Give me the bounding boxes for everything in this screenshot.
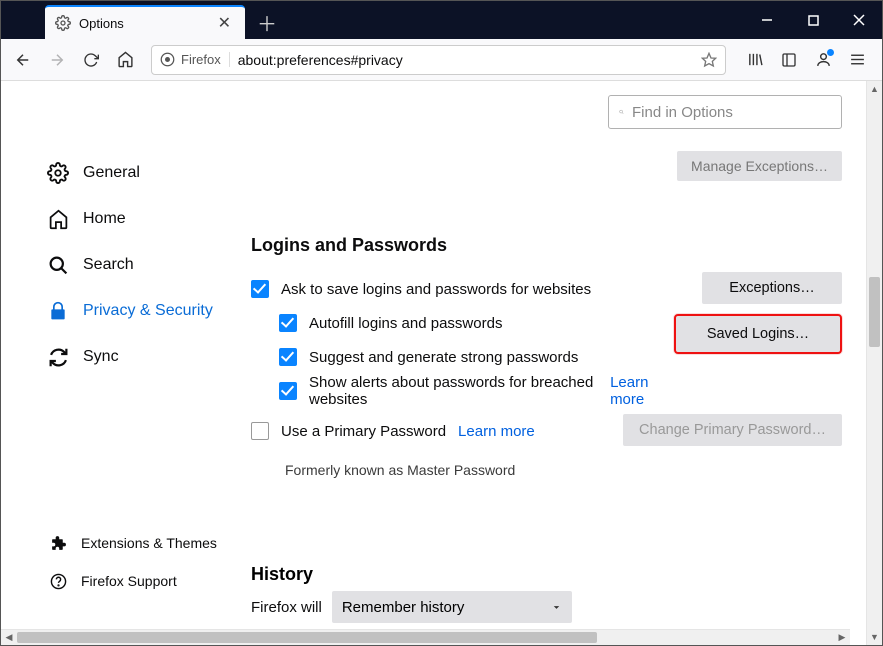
learn-more-link[interactable]: Learn more	[458, 423, 535, 440]
search-icon	[47, 254, 69, 276]
label-alerts: Show alerts about passwords for breached…	[309, 374, 598, 408]
url-bar[interactable]: Firefox about:preferences#privacy	[151, 45, 726, 75]
horizontal-scrollbar[interactable]: ◀ ▶	[1, 629, 850, 645]
chevron-down-icon	[551, 602, 562, 613]
forward-button[interactable]	[41, 44, 73, 76]
titlebar: Options ✕ ＋	[1, 1, 882, 39]
gear-icon	[55, 15, 71, 31]
history-mode-select[interactable]: Remember history	[332, 591, 572, 623]
label-ask-save: Ask to save logins and passwords for web…	[281, 281, 591, 298]
search-icon	[619, 105, 624, 119]
sidebar-item-sync[interactable]: Sync	[31, 335, 231, 379]
label-primary-password: Use a Primary Password	[281, 423, 446, 440]
preferences-sidebar: General Home Search Privacy & Secur	[1, 81, 231, 629]
sidebar-item-label: Privacy & Security	[83, 302, 213, 320]
button-label: Manage Exceptions…	[691, 158, 828, 174]
learn-more-link[interactable]: Learn more	[610, 374, 674, 408]
sidebar-toggle-icon[interactable]	[774, 45, 804, 75]
logins-section: Logins and Passwords Ask to save logins …	[251, 235, 842, 478]
sidebar-item-label: General	[83, 164, 140, 182]
help-icon	[47, 570, 69, 592]
bookmark-star-icon[interactable]	[701, 52, 717, 68]
identity-label: Firefox	[181, 52, 221, 67]
close-tab-icon[interactable]: ✕	[214, 13, 235, 33]
scroll-track[interactable]	[867, 97, 882, 629]
change-primary-password-button[interactable]: Change Primary Password…	[623, 414, 842, 446]
sidebar-item-label: Sync	[83, 348, 119, 366]
checkbox-suggest[interactable]	[279, 348, 297, 366]
exceptions-button[interactable]: Exceptions…	[702, 272, 842, 304]
button-label: Saved Logins…	[707, 326, 809, 342]
vertical-scrollbar[interactable]: ▲ ▼	[866, 81, 882, 645]
maximize-button[interactable]	[790, 1, 836, 39]
label-autofill: Autofill logins and passwords	[309, 315, 502, 332]
sidebar-item-search[interactable]: Search	[31, 243, 231, 287]
home-icon	[47, 208, 69, 230]
firefox-icon	[160, 52, 175, 67]
page-body: General Home Search Privacy & Secur	[1, 81, 866, 629]
sidebar-item-label: Search	[83, 256, 134, 274]
sidebar-item-support[interactable]: Firefox Support	[31, 563, 231, 599]
sidebar-item-general[interactable]: General	[31, 151, 231, 195]
find-input[interactable]	[632, 104, 831, 121]
saved-logins-button[interactable]: Saved Logins…	[674, 314, 842, 354]
back-button[interactable]	[7, 44, 39, 76]
sidebar-item-extensions[interactable]: Extensions & Themes	[31, 525, 231, 561]
tab-title: Options	[79, 16, 214, 31]
scroll-thumb[interactable]	[17, 632, 597, 643]
lock-icon	[47, 300, 69, 322]
sidebar-item-label: Home	[83, 210, 126, 228]
close-window-button[interactable]	[836, 1, 882, 39]
history-section: History Firefox will Remember history Fi…	[251, 564, 842, 629]
scroll-track[interactable]	[17, 630, 834, 645]
select-value: Remember history	[342, 599, 465, 616]
manage-exceptions-button[interactable]: Manage Exceptions…	[677, 151, 842, 181]
scroll-right-arrow[interactable]: ▶	[834, 630, 850, 645]
scroll-down-arrow[interactable]: ▼	[867, 629, 882, 645]
reload-button[interactable]	[75, 44, 107, 76]
button-label: Change Primary Password…	[639, 422, 826, 438]
new-tab-button[interactable]: ＋	[245, 5, 289, 39]
window: Options ✕ ＋ Firefox about:preferences#pr…	[0, 0, 883, 646]
content-area: General Home Search Privacy & Secur	[1, 81, 882, 645]
sidebar-item-label: Firefox Support	[81, 573, 177, 589]
checkbox-autofill[interactable]	[279, 314, 297, 332]
main-panel: Manage Exceptions… Logins and Passwords …	[231, 81, 866, 629]
gear-icon	[47, 162, 69, 184]
menu-icon[interactable]	[842, 45, 872, 75]
button-label: Exceptions…	[729, 280, 814, 296]
navbar: Firefox about:preferences#privacy	[1, 39, 882, 81]
site-identity[interactable]: Firefox	[160, 52, 230, 67]
window-controls	[744, 1, 882, 39]
notification-dot	[827, 49, 834, 56]
checkbox-primary-password[interactable]	[251, 422, 269, 440]
scroll-left-arrow[interactable]: ◀	[1, 630, 17, 645]
checkbox-alerts[interactable]	[279, 382, 297, 400]
section-heading: Logins and Passwords	[251, 235, 842, 256]
scroll-up-arrow[interactable]: ▲	[867, 81, 882, 97]
url-text: about:preferences#privacy	[238, 52, 693, 68]
home-button[interactable]	[109, 44, 141, 76]
scroll-thumb[interactable]	[869, 277, 880, 347]
checkbox-ask-save[interactable]	[251, 280, 269, 298]
sidebar-item-home[interactable]: Home	[31, 197, 231, 241]
sync-icon	[47, 346, 69, 368]
puzzle-icon	[47, 532, 69, 554]
browser-tab[interactable]: Options ✕	[45, 5, 245, 39]
account-icon[interactable]	[808, 45, 838, 75]
section-heading: History	[251, 564, 842, 585]
sidebar-item-privacy[interactable]: Privacy & Security	[31, 289, 231, 333]
find-in-options[interactable]	[608, 95, 842, 129]
minimize-button[interactable]	[744, 1, 790, 39]
label-suggest: Suggest and generate strong passwords	[309, 349, 578, 366]
page: General Home Search Privacy & Secur	[1, 81, 866, 645]
library-icon[interactable]	[740, 45, 770, 75]
primary-password-note: Formerly known as Master Password	[285, 462, 842, 478]
toolbar-right	[736, 45, 876, 75]
sidebar-item-label: Extensions & Themes	[81, 535, 217, 551]
history-will-label: Firefox will	[251, 599, 322, 616]
